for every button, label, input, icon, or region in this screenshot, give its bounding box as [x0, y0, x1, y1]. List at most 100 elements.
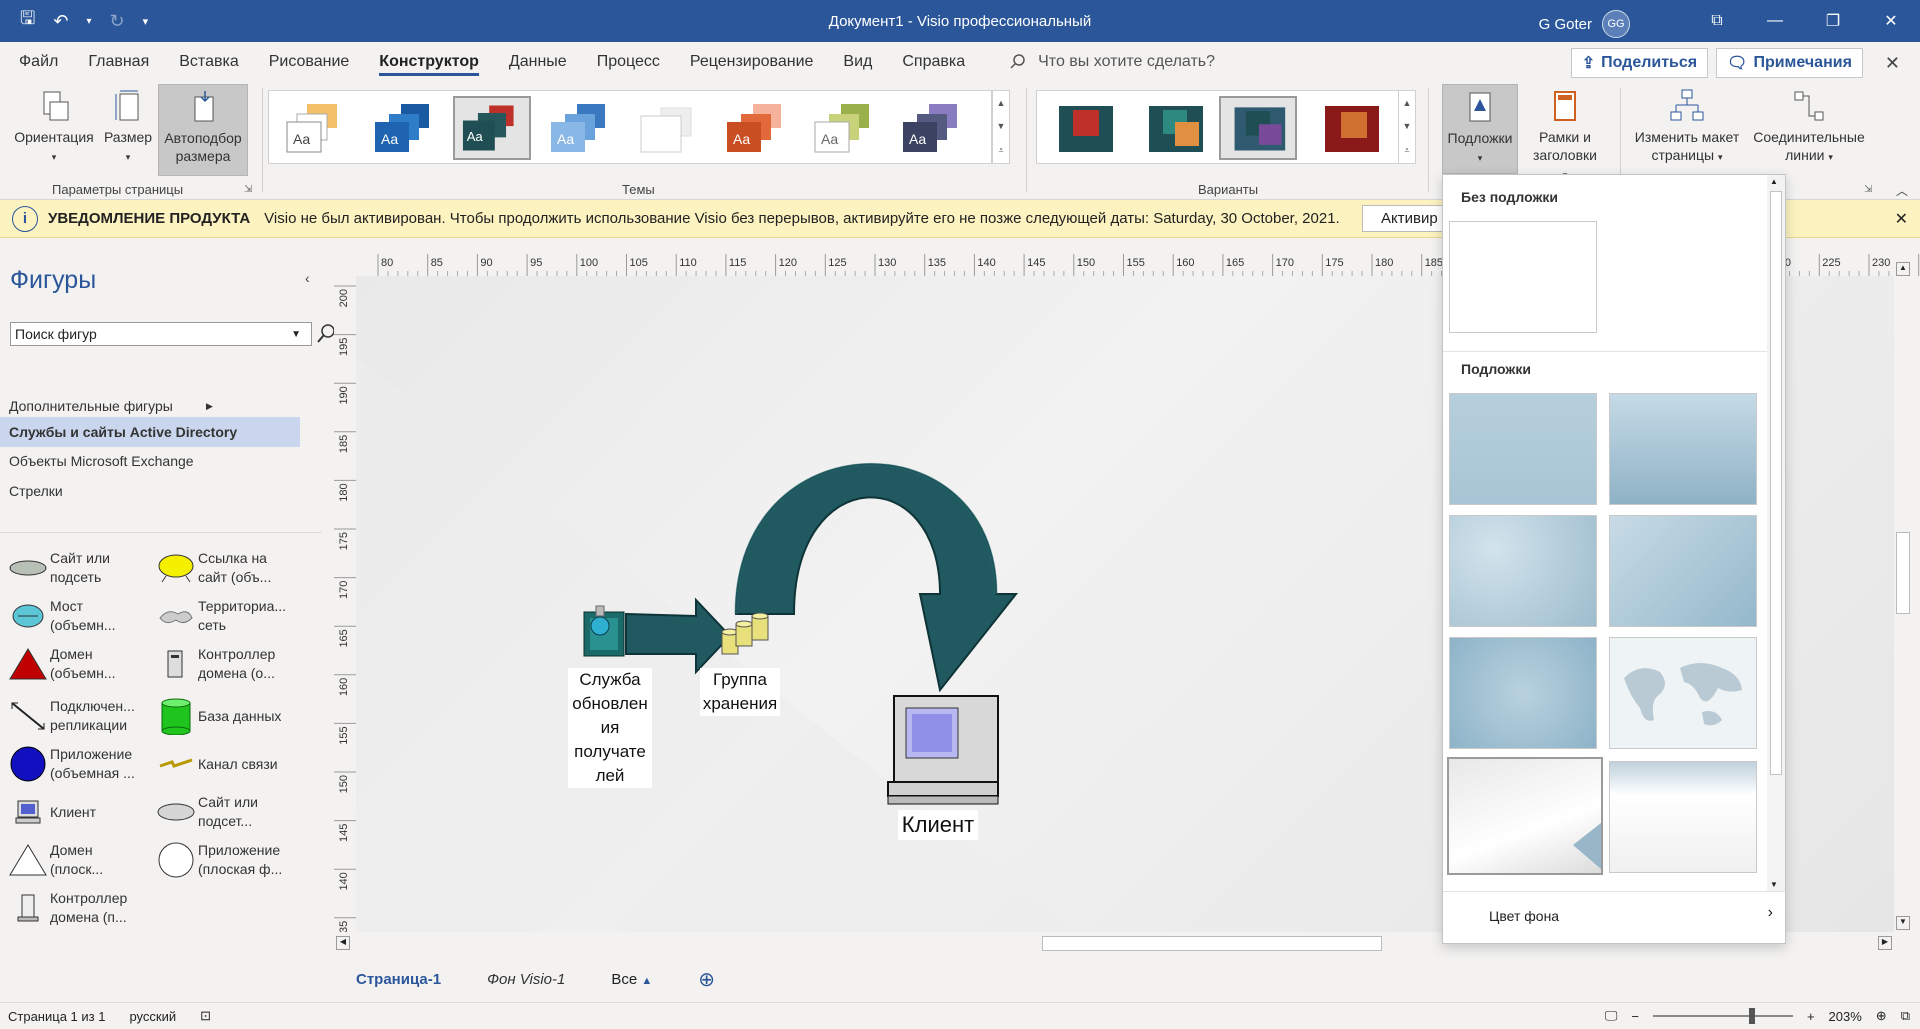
more-icon[interactable]: ⩡: [1404, 145, 1409, 156]
shape-search-input[interactable]: Поиск фигур ▼: [10, 322, 335, 346]
minimize-button[interactable]: —: [1746, 0, 1804, 42]
zoom-out-icon[interactable]: −: [1631, 1009, 1639, 1024]
recipient-update-service-icon[interactable]: [583, 605, 625, 657]
ribbon-display-options-icon[interactable]: ⧉: [1688, 0, 1746, 42]
dropdown-scrollbar[interactable]: ▲ ▼: [1767, 175, 1785, 891]
storage-group-icon[interactable]: [721, 612, 769, 655]
tab-view[interactable]: Вид: [828, 42, 887, 82]
tab-file[interactable]: Файл: [4, 42, 73, 82]
scroll-up-icon[interactable]: ▲: [1403, 98, 1412, 108]
collapse-ribbon-icon[interactable]: ︿: [1896, 182, 1908, 199]
stencil-arrows[interactable]: Стрелки: [0, 476, 300, 506]
shape-wan[interactable]: Территориа... сеть: [156, 594, 306, 638]
scroll-down-icon[interactable]: ▼: [1403, 121, 1412, 131]
size-button[interactable]: Размер ▾: [100, 88, 156, 166]
page-info[interactable]: Страница 1 из 1: [8, 1009, 105, 1024]
more-icon[interactable]: ⩡: [998, 145, 1003, 156]
scroll-up-icon[interactable]: ▲: [1896, 262, 1910, 276]
borders-titles-button[interactable]: Рамки и заголовки ▾: [1532, 88, 1598, 184]
vertical-scroll-thumb[interactable]: [1896, 532, 1910, 614]
tab-insert[interactable]: Вставка: [164, 42, 253, 82]
shape-domain-controller[interactable]: Контроллер домена (о...: [156, 642, 306, 686]
scroll-right-icon[interactable]: ▶: [1878, 936, 1892, 950]
horizontal-scroll-thumb[interactable]: [1042, 936, 1382, 951]
variant-orange[interactable]: [1135, 96, 1213, 160]
language[interactable]: русский: [129, 1009, 176, 1024]
tab-process[interactable]: Процесс: [582, 42, 675, 82]
presentation-mode-icon[interactable]: 🖵: [1605, 1008, 1618, 1024]
background-solid[interactable]: [1449, 393, 1597, 505]
save-icon[interactable]: 🖫: [20, 6, 35, 36]
layout-launcher-icon[interactable]: ⇲: [1864, 184, 1872, 195]
close-ribbon-icon[interactable]: ✕: [1885, 53, 1900, 74]
client-computer-icon[interactable]: [887, 695, 999, 805]
avatar[interactable]: GG: [1602, 10, 1630, 38]
theme-office[interactable]: Aa: [277, 96, 355, 160]
close-button[interactable]: ✕: [1862, 0, 1920, 42]
tab-home[interactable]: Главная: [73, 42, 164, 82]
storage-group-label[interactable]: Группа хранения: [700, 668, 780, 716]
page-tab-background[interactable]: Фон Visio-1: [487, 971, 565, 988]
curved-arrow-shape[interactable]: [734, 463, 1019, 693]
dropdown-scroll-thumb[interactable]: [1770, 191, 1782, 775]
stencil-exchange[interactable]: Объекты Microsoft Exchange: [0, 446, 300, 476]
page-setup-launcher-icon[interactable]: ⇲: [244, 184, 252, 195]
theme-green[interactable]: Aa: [807, 96, 885, 160]
themes-scroll[interactable]: ▲ ▼ ⩡: [992, 90, 1010, 164]
shape-link-channel[interactable]: Канал связи: [156, 742, 306, 786]
undo-dropdown-icon[interactable]: ▾: [86, 16, 91, 27]
variant-red[interactable]: [1045, 96, 1123, 160]
switch-windows-icon[interactable]: ⧉: [1901, 1008, 1910, 1024]
scroll-down-icon[interactable]: ▼: [1896, 916, 1910, 930]
redo-icon[interactable]: ↻: [109, 11, 124, 32]
shape-client[interactable]: Клиент: [8, 790, 158, 834]
background-none[interactable]: [1449, 221, 1597, 333]
tab-review[interactable]: Рецензирование: [675, 42, 829, 82]
variants-scroll[interactable]: ▲ ▼ ⩡: [1398, 90, 1416, 164]
tab-design[interactable]: Конструктор: [364, 42, 494, 82]
service-label[interactable]: Служба обновлен ия получате лей: [568, 668, 652, 788]
background-selected-tech[interactable]: [1447, 757, 1603, 875]
close-notification-icon[interactable]: ✕: [1895, 209, 1908, 229]
search-dropdown-icon[interactable]: ▼: [291, 329, 301, 340]
comments-button[interactable]: 🗨 Примечания: [1716, 48, 1863, 78]
undo-icon[interactable]: ↶: [53, 11, 68, 32]
all-pages-button[interactable]: Все ▲: [611, 971, 652, 988]
tab-data[interactable]: Данные: [494, 42, 582, 82]
shape-bridge[interactable]: Мост (объемн...: [8, 594, 158, 638]
variant-purple-selected[interactable]: [1219, 96, 1297, 160]
page-tab-1[interactable]: Страница-1: [356, 971, 441, 988]
theme-plain[interactable]: [631, 96, 709, 160]
fit-page-icon[interactable]: ⊕: [1876, 1008, 1887, 1024]
shape-site-link[interactable]: Ссылка на сайт (объ...: [156, 546, 306, 590]
shape-domain[interactable]: Домен (объемн...: [8, 642, 158, 686]
theme-teal-selected[interactable]: Aa: [453, 96, 531, 160]
scroll-up-icon[interactable]: ▲: [1770, 177, 1778, 186]
backgrounds-button[interactable]: Подложки ▾: [1442, 84, 1518, 174]
connectors-button[interactable]: Соединительные линии ▾: [1748, 88, 1870, 166]
zoom-slider[interactable]: [1652, 1008, 1793, 1024]
vertical-scrollbar[interactable]: ▲ ▼: [1894, 260, 1912, 932]
scroll-down-icon[interactable]: ▼: [1770, 880, 1778, 889]
restore-button[interactable]: ❐: [1804, 0, 1862, 42]
background-radial[interactable]: [1449, 637, 1597, 749]
zoom-level[interactable]: 203%: [1829, 1009, 1862, 1024]
theme-blue[interactable]: Aa: [367, 96, 445, 160]
zoom-in-icon[interactable]: +: [1807, 1009, 1815, 1024]
shape-application[interactable]: Приложение (объемная ...: [8, 742, 158, 786]
macro-recording-icon[interactable]: ⊡: [200, 1008, 211, 1024]
tab-draw[interactable]: Рисование: [254, 42, 365, 82]
user-account[interactable]: G Goter GG: [1539, 10, 1630, 38]
background-world[interactable]: [1609, 637, 1757, 749]
share-button[interactable]: ⇪ Поделиться: [1570, 48, 1709, 78]
add-page-icon[interactable]: ⊕: [698, 967, 715, 992]
shape-domain-controller-flat[interactable]: Контроллер домена (п...: [8, 886, 158, 930]
background-centered[interactable]: [1449, 515, 1597, 627]
relayout-page-button[interactable]: Изменить макет страницы ▾: [1628, 88, 1746, 166]
autofit-button[interactable]: Автоподбор размера: [158, 84, 248, 176]
shape-site[interactable]: Сайт или подсеть: [8, 546, 158, 590]
theme-light-blue[interactable]: Aa: [543, 96, 621, 160]
stencil-active-directory[interactable]: Службы и сайты Active Directory: [0, 417, 300, 447]
scroll-down-icon[interactable]: ▼: [997, 121, 1006, 131]
background-gradient[interactable]: [1609, 393, 1757, 505]
